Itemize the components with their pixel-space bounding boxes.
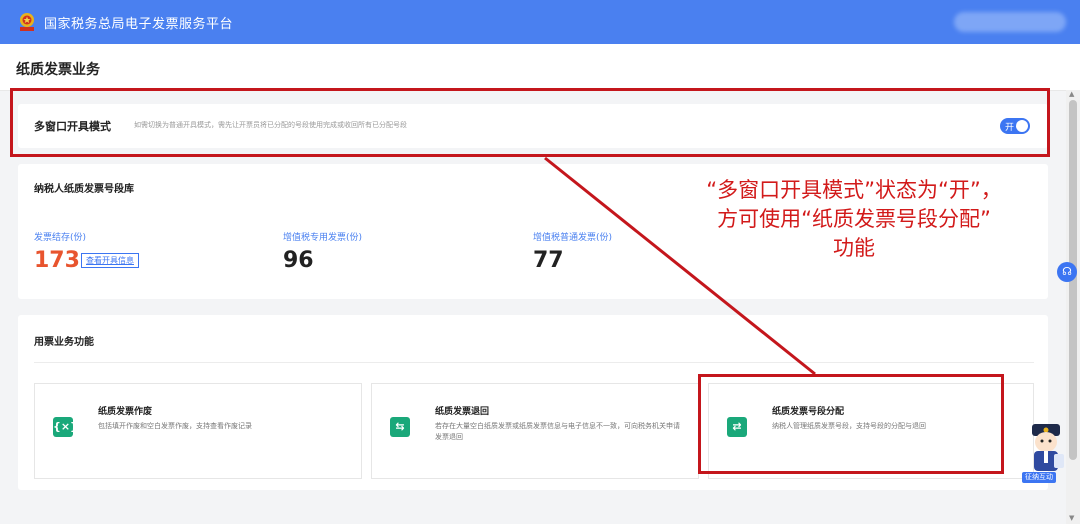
annotation-line-3: 功能 (833, 236, 875, 260)
annotation-line-1: “多窗口开具模式”状态为“开”， (706, 178, 1002, 202)
annotation-callout: “多窗口开具模式”状态为“开”， 方可使用“纸质发票号段分配” 功能 (668, 176, 1040, 263)
annotation-line-2: 方可使用“纸质发票号段分配” (717, 207, 991, 231)
